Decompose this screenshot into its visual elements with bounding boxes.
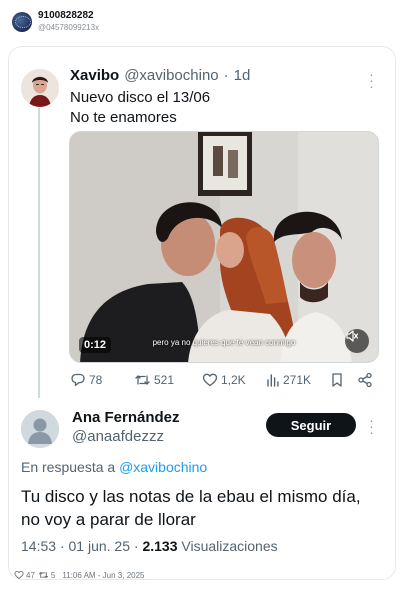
retweet-icon [135,375,150,385]
tweet-line: No te enamores [70,109,177,126]
video-subtitle: pero ya no quieres que te vean conmigo [152,338,296,347]
reply-author-avatar[interactable] [21,410,59,448]
reply-action[interactable]: 78 [70,372,102,388]
thread-line [38,108,40,398]
follow-button[interactable]: Seguir [266,413,356,437]
tweet-text: Nuevo disco el 13/06 No te enamores [70,88,210,128]
author-handle[interactable]: @xavibochino [124,67,218,84]
meta-separator: · [223,67,229,84]
share-icon [358,372,372,388]
retweet-count: 521 [154,373,175,387]
reply-time[interactable]: 14:53 [21,538,56,554]
reply-mention-link[interactable]: @xavibochino [119,459,207,475]
more-options-icon[interactable]: · · · [368,67,374,93]
tweet-line: Nuevo disco el 13/06 [70,89,211,106]
mute-button[interactable] [345,329,369,353]
reply-count: 78 [89,373,103,387]
reply-context: En respuesta a @xavibochino [21,459,207,475]
views-action[interactable]: 271K [266,372,311,388]
more-options-icon[interactable]: · · · [368,413,374,439]
like-action[interactable]: 1,2K [202,372,246,388]
reply-author-name[interactable]: Ana Fernández [72,409,180,426]
outer-header: 9100828282 @04578099213x [12,10,99,33]
reply-date[interactable]: 01 jun. 25 [69,538,131,554]
views-count: 271K [283,373,312,387]
reply-meta: 14:53 · 01 jun. 25 · 2.133 Visualizacion… [21,538,278,554]
bookmark-icon [332,373,342,387]
like-count: 1,2K [221,373,246,387]
reply-views-label: Visualizaciones [181,538,278,554]
outer-avatar[interactable] [12,12,32,32]
views-icon [267,374,279,387]
default-avatar-icon [21,410,59,448]
outer-handle[interactable]: @04578099213x [38,22,99,33]
footer-like-count: 47 [26,570,35,580]
share-action[interactable] [357,372,376,388]
meta-separator: · [133,538,139,554]
retweet-icon[interactable] [38,570,49,580]
tweet-actions: 78 521 1,2K 271K [70,372,376,390]
reply-text-line: Tu disco y las notas de la ebau el mismo… [21,487,361,506]
tweet-header: Xavibo @xavibochino · 1d [70,67,250,84]
tweet-age[interactable]: 1d [234,67,251,84]
heart-icon[interactable] [14,570,24,580]
footer-timestamp: 11:06 AM - Jun 3, 2025 [62,570,145,580]
bookmark-action[interactable] [330,372,347,388]
heart-icon [202,373,218,387]
reply-prefix: En respuesta a [21,459,116,475]
retweet-action[interactable]: 521 [134,372,174,388]
author-avatar[interactable] [21,69,59,107]
video-frame [70,132,378,362]
footer-retweet-count: 5 [50,570,56,580]
reply-text-line: no voy a parar de llorar [21,510,196,529]
outer-name[interactable]: 9100828282 [38,10,99,22]
meta-separator: · [59,538,65,554]
video-player[interactable]: 0:12 pero ya no quieres que te vean conm… [69,131,379,363]
outer-footer: 47 5 11:06 AM - Jun 3, 2025 [14,570,148,580]
author-name[interactable]: Xavibo [70,67,119,84]
reply-icon [71,373,85,386]
volume-muted-icon [346,330,359,342]
reply-views-count: 2.133 [142,538,178,554]
reply-text: Tu disco y las notas de la ebau el mismo… [21,485,381,531]
reply-author-handle[interactable]: @anaafdezzz [72,428,164,445]
